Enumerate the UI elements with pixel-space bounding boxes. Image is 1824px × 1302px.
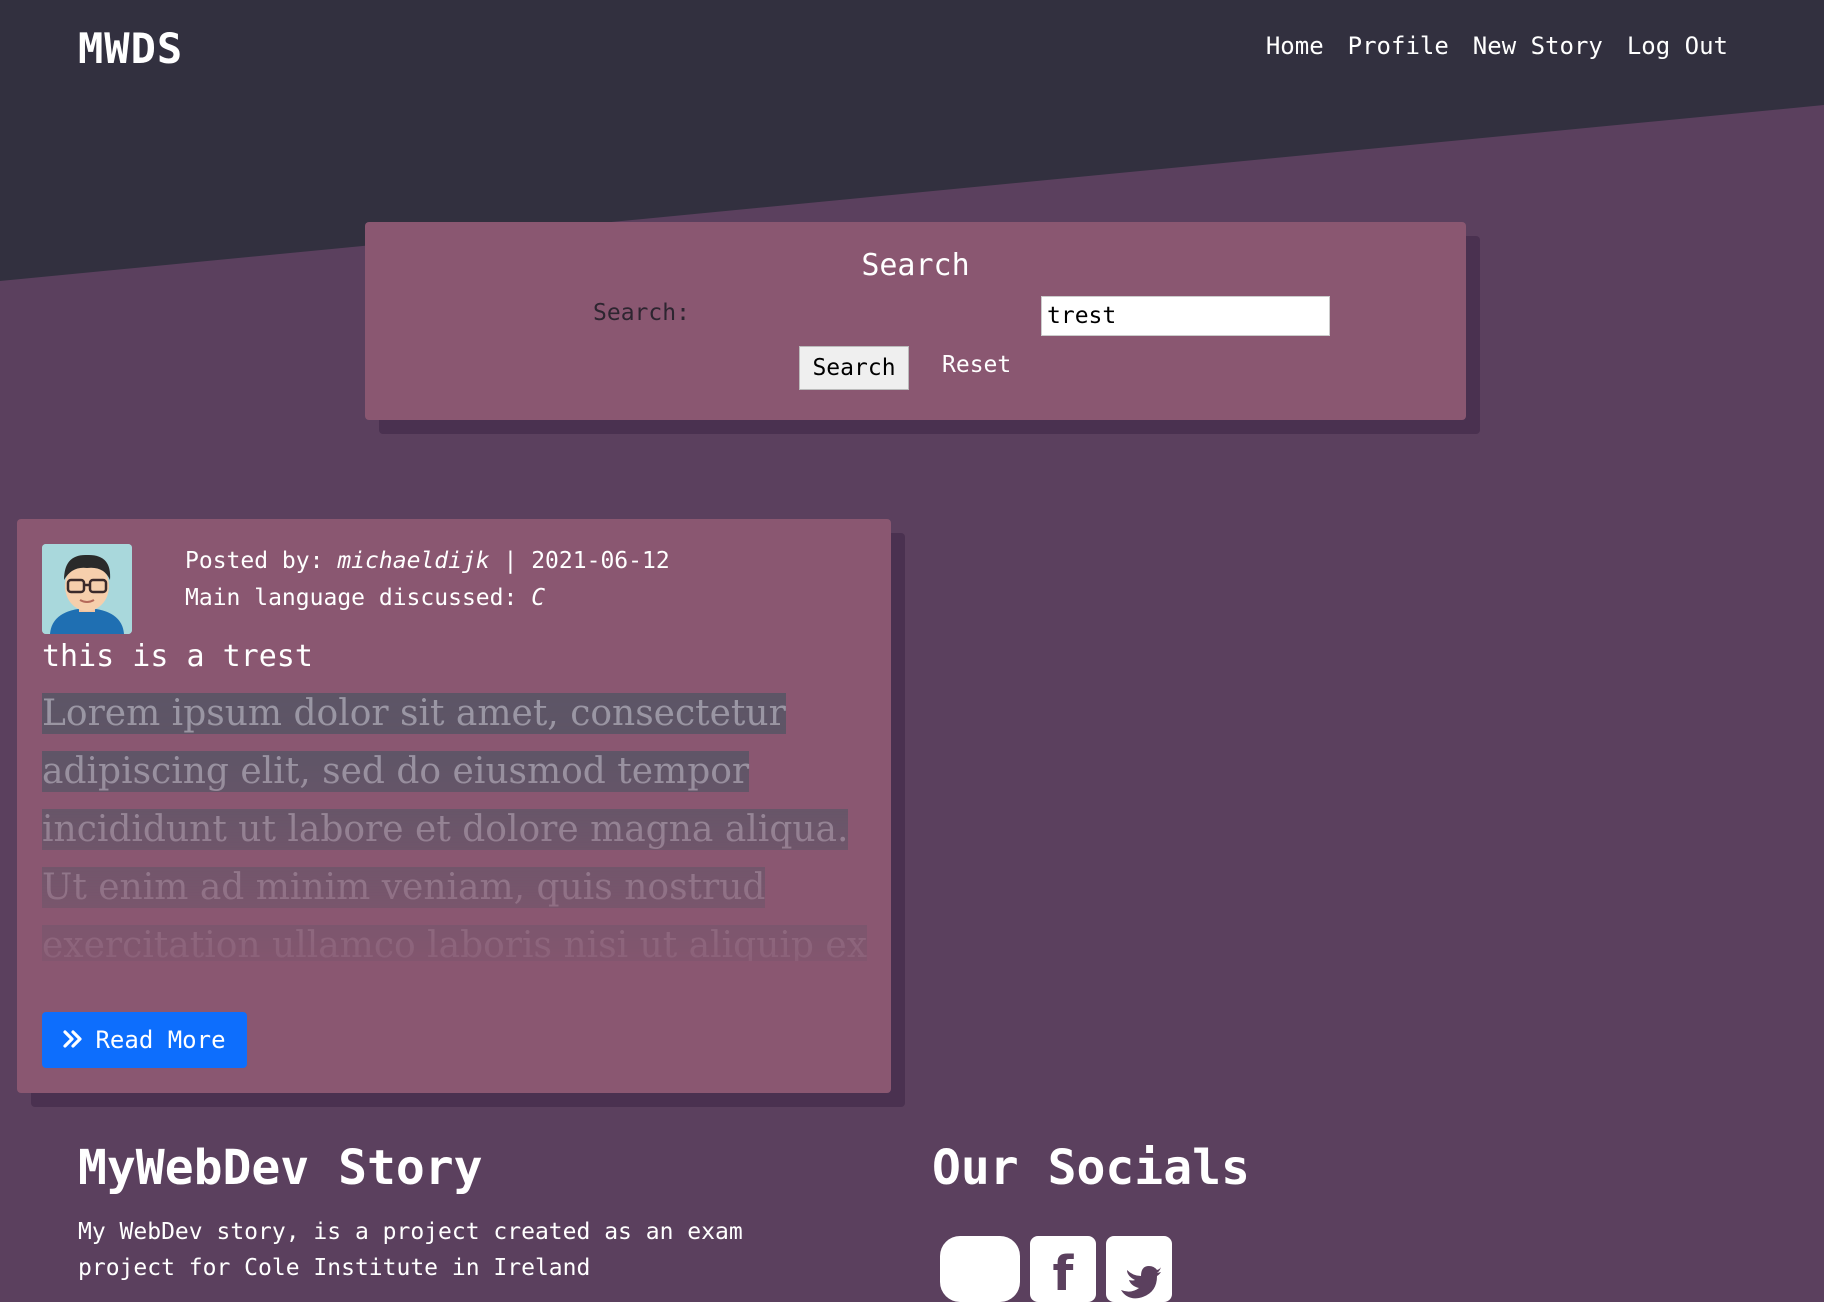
language-prefix: Main language discussed: [185, 585, 532, 611]
nav-new-story[interactable]: New Story [1473, 32, 1603, 60]
story-excerpt-text: Lorem ipsum dolor sit amet, consectetur … [42, 693, 867, 961]
language-line: Main language discussed: C [185, 580, 670, 617]
facebook-icon[interactable]: f [1030, 1236, 1096, 1302]
footer-about-title: MyWebDev Story [78, 1140, 483, 1196]
posted-by-prefix: Posted by: [185, 548, 338, 574]
nav-log-out[interactable]: Log Out [1627, 32, 1728, 60]
brand-logo[interactable]: MWDS [78, 24, 183, 73]
posted-by-line: Posted by: michaeldijk | 2021-06-12 [185, 543, 670, 580]
nav-home[interactable]: Home [1266, 32, 1324, 60]
read-more-button[interactable]: Read More [42, 1012, 247, 1068]
footer-about-text: My WebDev story, is a project created as… [78, 1219, 743, 1281]
double-chevron-right-icon [63, 1026, 83, 1054]
footer-about: MyWebDev Story My WebDev story, is a pro… [78, 1140, 743, 1281]
search-title: Search [861, 248, 970, 283]
nav-links: Home Profile New Story Log Out [1266, 32, 1728, 60]
nav-profile[interactable]: Profile [1348, 32, 1449, 60]
footer-socials: Our Socials f [932, 1140, 1250, 1302]
navbar: MWDS Home Profile New Story Log Out [0, 0, 1824, 96]
story-title: this is a trest [42, 639, 313, 674]
twitter-icon[interactable] [1106, 1236, 1172, 1302]
story-meta: Posted by: michaeldijk | 2021-06-12 Main… [185, 543, 670, 617]
story-date: 2021-06-12 [531, 548, 670, 574]
story-language: C [531, 585, 546, 611]
user-avatar [42, 544, 132, 634]
social-icons: f [940, 1236, 1172, 1302]
read-more-label: Read More [95, 1026, 226, 1054]
instagram-icon[interactable] [940, 1236, 1020, 1302]
search-label: Search: [593, 300, 690, 326]
footer-socials-title: Our Socials [932, 1140, 1250, 1196]
story-excerpt: Lorem ipsum dolor sit amet, consectetur … [42, 685, 872, 961]
story-author: michaeldijk [337, 548, 490, 574]
search-panel: Search Search: Search Reset [365, 222, 1466, 420]
meta-separator: | [489, 548, 532, 574]
search-button[interactable]: Search [799, 346, 909, 390]
search-input[interactable] [1041, 296, 1330, 336]
reset-button[interactable]: Reset [942, 352, 1011, 378]
story-card: Posted by: michaeldijk | 2021-06-12 Main… [17, 519, 891, 1093]
